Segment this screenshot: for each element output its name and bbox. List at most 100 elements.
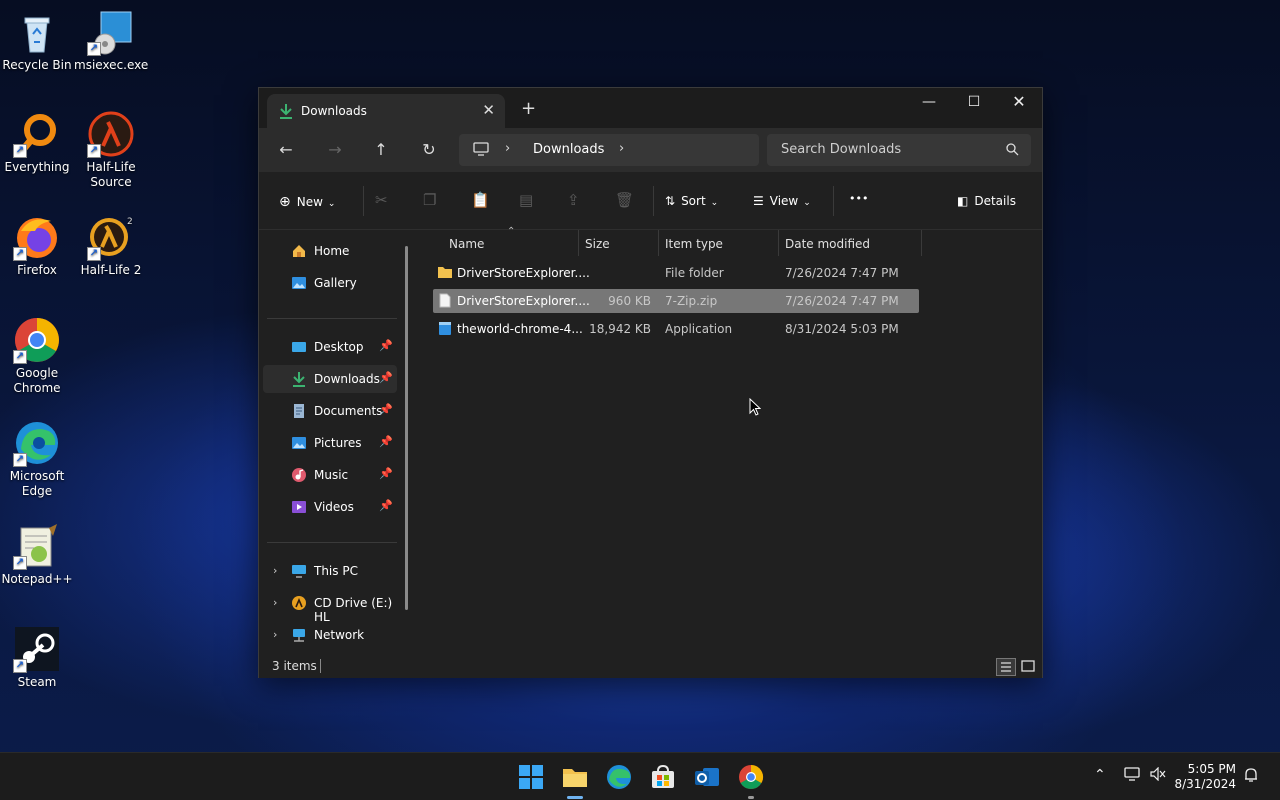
taskbar: ⌃ 5:05 PM 8/31/2024 — [0, 752, 1280, 800]
maximize-button[interactable]: ☐ — [951, 88, 997, 118]
pin-icon[interactable]: 📌 — [379, 499, 393, 512]
this-pc-icon[interactable] — [473, 142, 489, 159]
file-row[interactable]: DriverStoreExplorer.... 960 KB 7-Zip.zip… — [433, 289, 919, 313]
chevron-right-icon[interactable]: › — [273, 628, 277, 641]
chevron-right-icon[interactable]: › — [273, 564, 277, 577]
outlook-icon[interactable] — [693, 763, 721, 791]
sidebar-item-videos[interactable]: Videos 📌 — [263, 493, 397, 521]
search-input[interactable]: Search Downloads — [767, 134, 1031, 166]
close-tab-icon[interactable]: ✕ — [482, 101, 495, 119]
sidebar-item-label: Network — [314, 628, 365, 642]
notification-bell-icon[interactable] — [1244, 767, 1258, 787]
volume-muted-icon[interactable] — [1150, 766, 1166, 785]
clock[interactable]: 5:05 PM 8/31/2024 — [1174, 762, 1236, 792]
copy-icon[interactable]: ❐ — [423, 191, 436, 209]
column-header-item-type[interactable]: Item type — [665, 237, 723, 251]
chevron-up-icon[interactable]: ⌃ — [1094, 767, 1106, 783]
refresh-button[interactable]: ↻ — [417, 140, 441, 159]
column-header-size[interactable]: Size — [585, 237, 610, 251]
file-row[interactable]: theworld-chrome-4... 18,942 KB Applicati… — [433, 317, 919, 341]
sidebar-item-desktop[interactable]: Desktop 📌 — [263, 333, 397, 361]
tab-downloads[interactable]: Downloads ✕ — [267, 94, 505, 128]
application-icon — [438, 321, 452, 339]
forward-button[interactable]: → — [323, 140, 347, 159]
minimize-button[interactable]: — — [906, 88, 952, 118]
rename-icon[interactable]: ▤ — [519, 191, 533, 209]
sidebar-item-cd-drive[interactable]: › CD Drive (E:) HL — [263, 589, 397, 624]
downloads-folder-icon — [291, 371, 307, 387]
chevron-right-icon[interactable]: › — [505, 141, 510, 156]
desktop-icon-half-life-source[interactable]: ↗ Half-Life Source — [74, 110, 148, 190]
desktop-icon-label: Firefox — [17, 263, 57, 277]
desktop-icon-everything[interactable]: ↗ Everything — [0, 110, 74, 175]
folder-icon — [437, 265, 453, 282]
breadcrumb-downloads[interactable]: Downloads — [533, 142, 604, 157]
desktop-icon-microsoft-edge[interactable]: ↗ Microsoft Edge — [0, 419, 74, 499]
sidebar-item-label: Home — [314, 244, 350, 258]
address-bar[interactable]: › Downloads › — [459, 134, 759, 166]
chevron-right-icon[interactable]: › — [273, 596, 277, 609]
pin-icon[interactable]: 📌 — [379, 403, 393, 416]
installer-icon: ↗ — [87, 8, 135, 56]
sidebar-item-music[interactable]: Music 📌 — [263, 461, 397, 489]
back-button[interactable]: ← — [274, 140, 298, 159]
view-button[interactable]: ☰ View ⌄ — [753, 194, 811, 208]
search-icon — [1006, 143, 1019, 159]
desktop-icon-firefox[interactable]: ↗ Firefox — [0, 213, 74, 278]
new-tab-button[interactable]: + — [521, 100, 536, 118]
file-row[interactable]: DriverStoreExplorer.... File folder 7/26… — [433, 261, 919, 285]
sidebar-item-this-pc[interactable]: › This PC — [263, 557, 397, 585]
chevron-right-icon[interactable]: › — [619, 141, 624, 156]
file-explorer-icon[interactable] — [561, 763, 589, 791]
start-icon[interactable] — [517, 763, 545, 791]
pin-icon[interactable]: 📌 — [379, 467, 393, 480]
sidebar-scrollbar[interactable] — [405, 246, 408, 610]
details-view-icon[interactable] — [996, 658, 1016, 676]
desktop-icon-msiexec[interactable]: ↗ msiexec.exe — [74, 8, 148, 73]
display-icon[interactable] — [1124, 767, 1140, 785]
sidebar-item-label: Videos — [314, 500, 354, 514]
store-icon[interactable] — [649, 763, 677, 791]
sort-button[interactable]: ⇅ Sort ⌄ — [665, 194, 718, 208]
new-button[interactable]: ⊕ New ⌄ — [279, 194, 335, 210]
cut-icon[interactable]: ✂ — [375, 191, 388, 209]
share-icon[interactable]: ⇪ — [567, 191, 580, 209]
file-date: 7/26/2024 7:47 PM — [785, 294, 899, 308]
column-header-name[interactable]: Name — [449, 237, 484, 251]
desktop-icon-half-life-2[interactable]: 2 ↗ Half-Life 2 — [74, 213, 148, 278]
pictures-folder-icon — [291, 435, 307, 451]
sidebar-item-downloads[interactable]: Downloads 📌 — [263, 365, 397, 393]
chrome-icon[interactable] — [737, 763, 765, 791]
paste-icon[interactable]: 📋 — [471, 191, 490, 209]
close-window-button[interactable]: ✕ — [996, 88, 1042, 118]
pin-icon[interactable]: 📌 — [379, 339, 393, 352]
desktop-icon-label: Microsoft Edge — [9, 469, 65, 498]
edge-icon[interactable] — [605, 763, 633, 791]
gallery-icon — [291, 275, 307, 291]
tiles-view-icon[interactable] — [1019, 658, 1039, 676]
sort-icon: ⇅ — [665, 194, 676, 208]
pin-icon[interactable]: 📌 — [379, 371, 393, 384]
clock-time: 5:05 PM — [1187, 762, 1236, 776]
sidebar-item-gallery[interactable]: Gallery — [263, 269, 397, 297]
sidebar-item-network[interactable]: › Network — [263, 621, 397, 649]
shortcut-arrow-icon: ↗ — [87, 42, 101, 56]
desktop-icon-label: Everything — [4, 160, 70, 174]
delete-icon[interactable]: 🗑 — [615, 191, 634, 209]
command-bar: ⊕ New ⌄ ✂ ❐ 📋 ▤ ⇪ 🗑 ⇅ Sort ⌄ ☰ View ⌄ ••• ◧ Det… — [259, 172, 1042, 230]
desktop-icon-recycle-bin[interactable]: Recycle Bin — [0, 8, 74, 73]
sidebar-item-pictures[interactable]: Pictures 📌 — [263, 429, 397, 457]
sidebar-item-home[interactable]: Home — [263, 237, 397, 265]
column-header-date-modified[interactable]: Date modified — [785, 237, 870, 251]
details-pane-button[interactable]: ◧ Details — [957, 194, 1016, 208]
up-button[interactable]: ↑ — [369, 140, 393, 159]
desktop-icon-label: Steam — [17, 675, 57, 689]
pin-icon[interactable]: 📌 — [379, 435, 393, 448]
home-icon — [291, 243, 307, 259]
shortcut-arrow-icon: ↗ — [87, 144, 101, 158]
desktop-icon-notepadpp[interactable]: ↗ Notepad++ — [0, 522, 74, 587]
sidebar-item-documents[interactable]: Documents 📌 — [263, 397, 397, 425]
more-options-button[interactable]: ••• — [849, 192, 868, 205]
desktop-icon-google-chrome[interactable]: ↗ Google Chrome — [0, 316, 74, 396]
desktop-icon-steam[interactable]: ↗ Steam — [0, 625, 74, 690]
